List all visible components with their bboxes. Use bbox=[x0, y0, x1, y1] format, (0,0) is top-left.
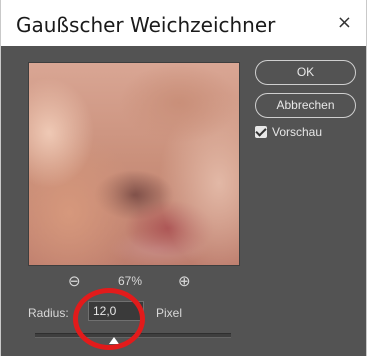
ok-button[interactable]: OK bbox=[255, 60, 356, 85]
preview-checkbox-label: Vorschau bbox=[272, 125, 323, 139]
radius-slider-thumb[interactable] bbox=[109, 337, 119, 344]
radius-unit: Pixel bbox=[156, 306, 183, 320]
radius-input[interactable] bbox=[88, 301, 144, 321]
zoom-out-icon[interactable]: ⊖ bbox=[68, 272, 81, 290]
zoom-controls: ⊖ 67% ⊕ bbox=[28, 272, 240, 294]
title-bar: Gaußscher Weichzeichner × bbox=[1, 0, 366, 46]
radius-slider-track[interactable] bbox=[35, 333, 231, 338]
close-icon[interactable]: × bbox=[337, 12, 352, 33]
zoom-level: 67% bbox=[118, 274, 143, 288]
zoom-in-icon[interactable]: ⊕ bbox=[178, 272, 191, 290]
preview-checkbox[interactable]: Vorschau bbox=[255, 125, 322, 139]
dialog-title: Gaußscher Weichzeichner bbox=[16, 13, 276, 37]
cancel-button[interactable]: Abbrechen bbox=[255, 93, 356, 118]
preview-image[interactable] bbox=[28, 62, 240, 266]
checkbox-checked-icon[interactable] bbox=[255, 126, 267, 138]
radius-label: Radius: bbox=[28, 306, 69, 320]
gaussian-blur-dialog: Gaußscher Weichzeichner × ⊖ 67% ⊕ Radius… bbox=[0, 0, 367, 356]
